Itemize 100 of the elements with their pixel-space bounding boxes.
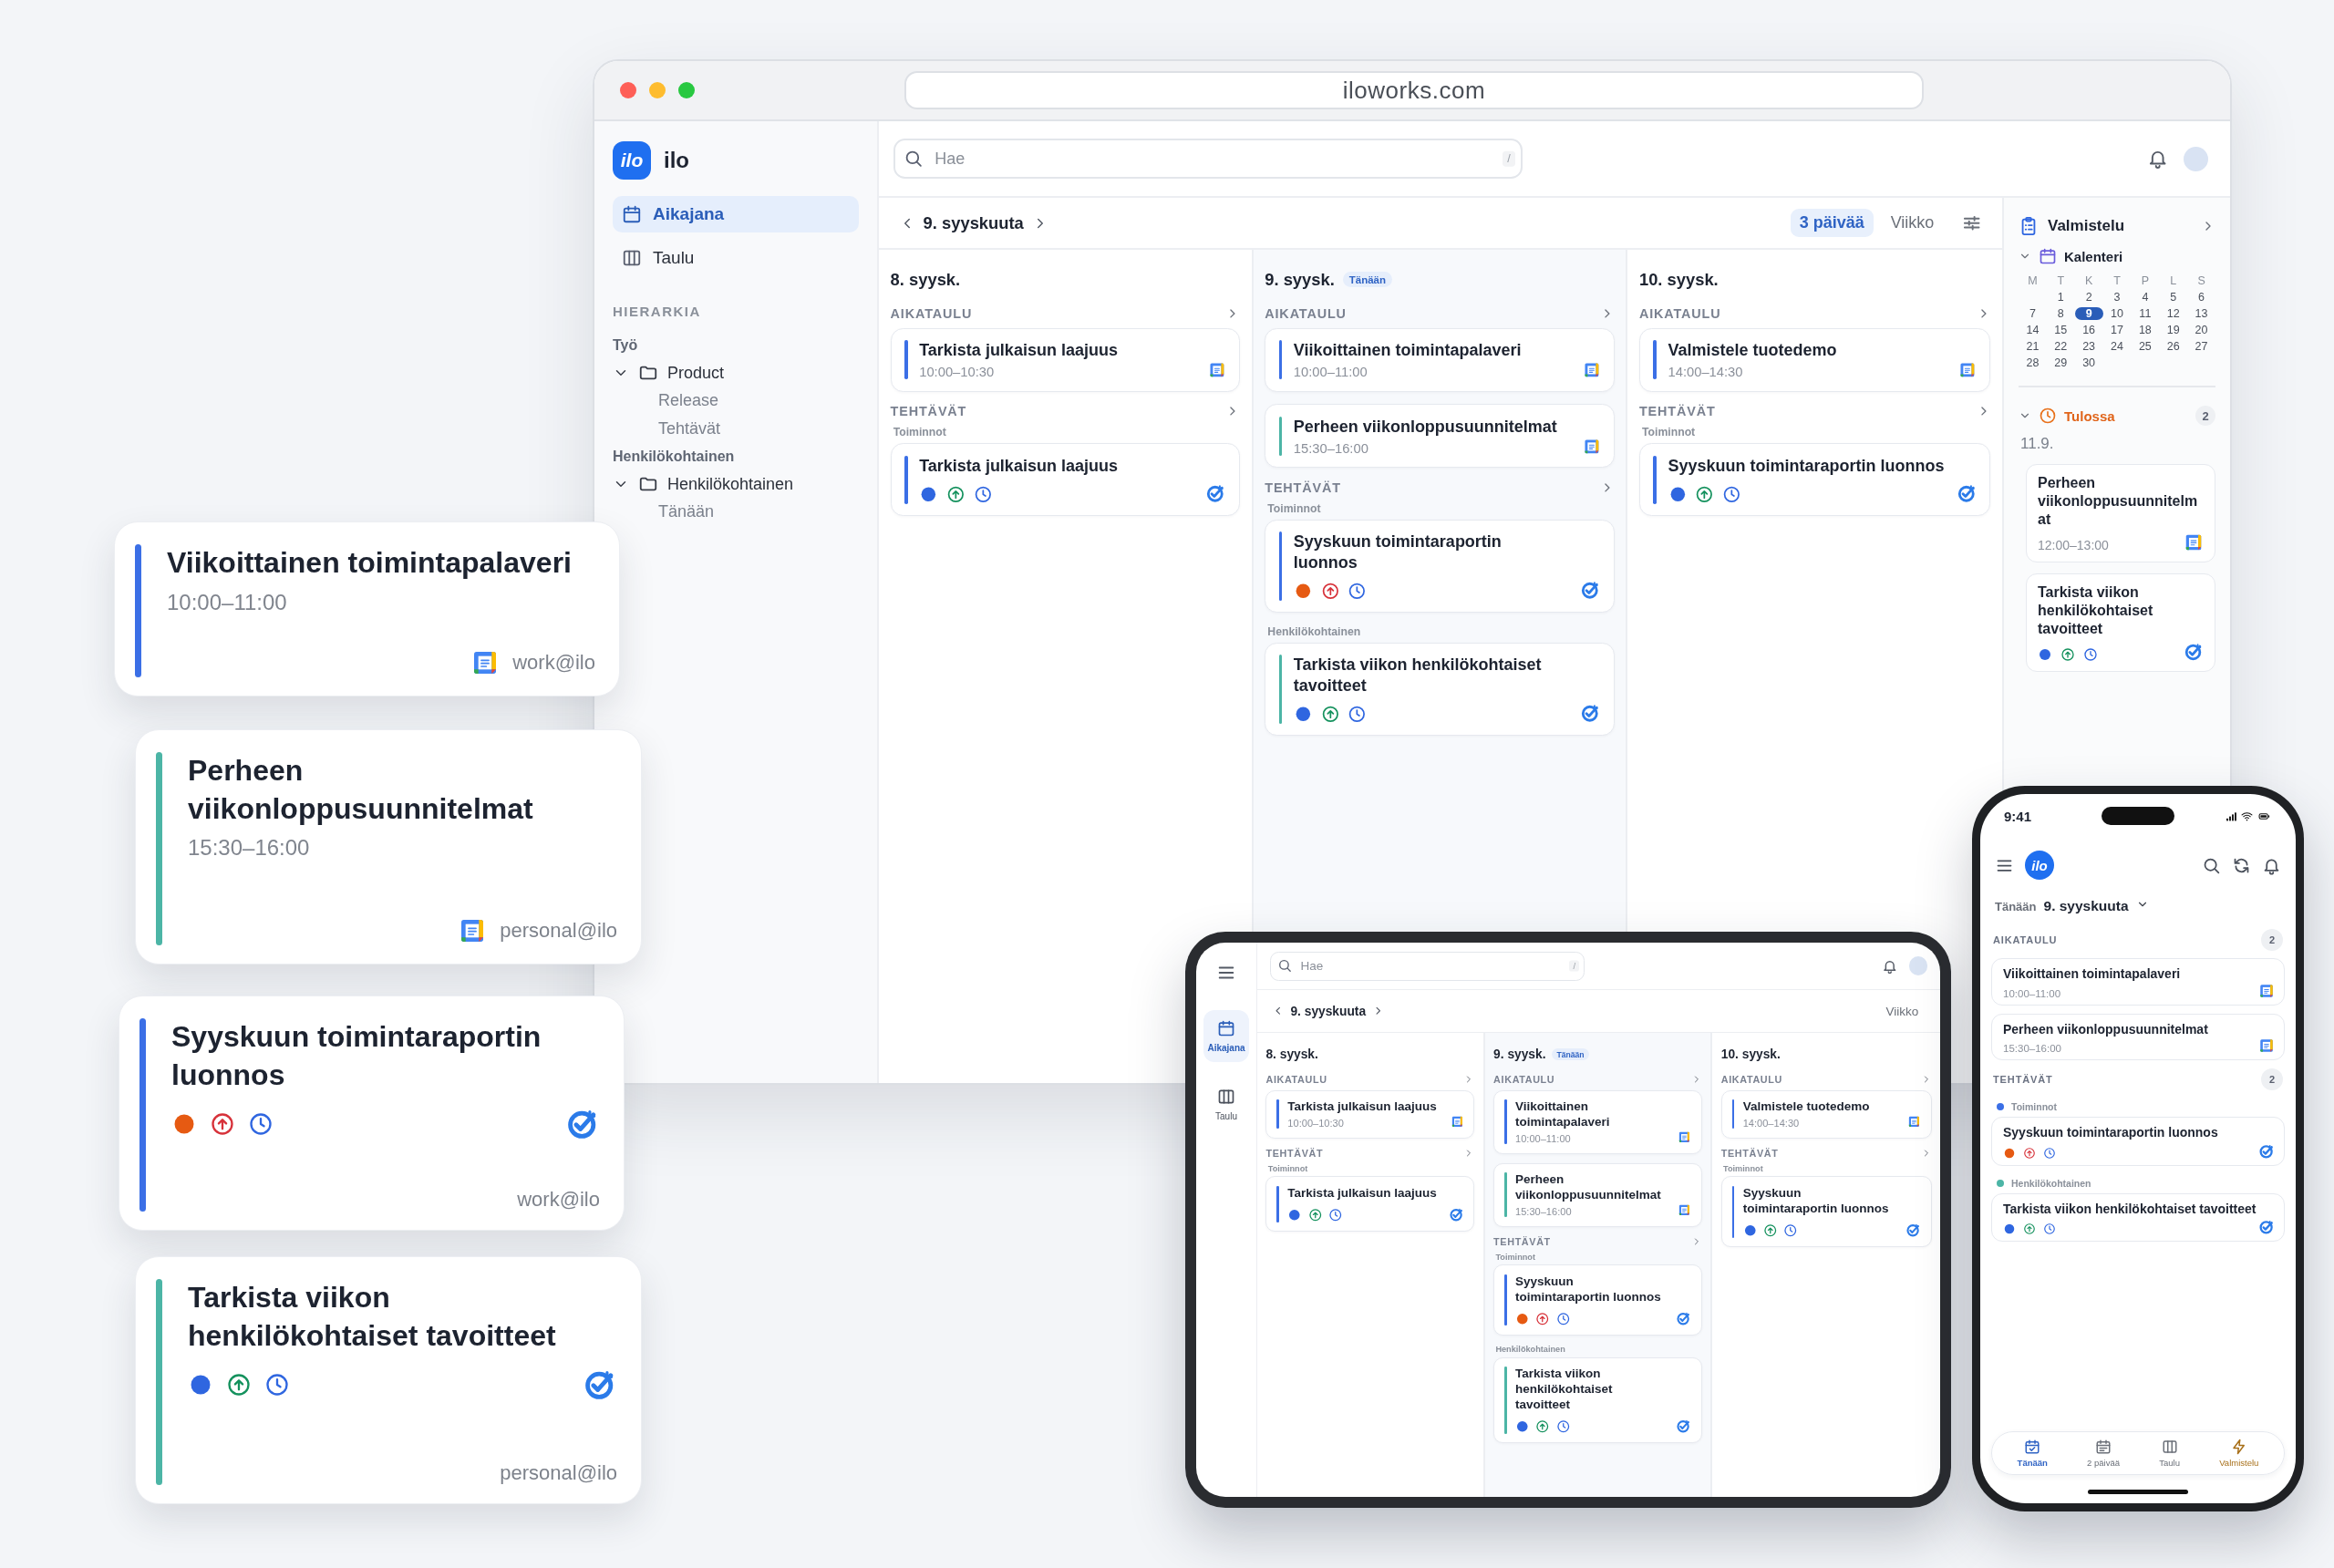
check-circle-icon[interactable] <box>1956 483 1977 504</box>
calendar-day[interactable]: 9 <box>2074 307 2103 320</box>
tree-item[interactable]: Tehtävät <box>613 415 721 443</box>
arrow-up-icon[interactable] <box>1762 1223 1778 1238</box>
task-card[interactable]: Tarkista julkaisun laajuus <box>890 442 1241 517</box>
arrow-up-icon[interactable] <box>945 484 966 504</box>
task-card[interactable]: Syyskuun toimintaraportin luonnos <box>1720 1176 1932 1247</box>
calendar-day[interactable]: 22 <box>2046 340 2075 353</box>
clock-icon[interactable] <box>1555 1311 1571 1326</box>
calendar-day[interactable]: 28 <box>2019 356 2047 369</box>
calendar-day[interactable]: 8 <box>2046 307 2075 320</box>
clock-icon[interactable] <box>1348 705 1367 724</box>
date-title[interactable]: 9. syyskuuta <box>2043 898 2129 914</box>
arrow-up-icon[interactable] <box>1307 1208 1323 1222</box>
calendar-day[interactable]: 24 <box>2102 340 2132 353</box>
calendar-day[interactable]: 13 <box>2187 307 2215 320</box>
calendar-day[interactable]: 20 <box>2187 324 2215 336</box>
check-circle-icon[interactable] <box>2258 1142 2275 1160</box>
event-card[interactable]: Perheen viikonloppusuunnitelmat 15:30–16:00 <box>1493 1162 1702 1227</box>
clock-icon[interactable] <box>973 484 993 504</box>
calendar-day[interactable]: 3 <box>2102 291 2132 304</box>
tree-item[interactable]: Product <box>613 359 725 387</box>
task-card[interactable]: Tarkista viikon henkilökohtaiset tavoitteet <box>1493 1357 1702 1444</box>
nav-item[interactable]: Taulu <box>613 240 859 276</box>
clock-icon[interactable] <box>1783 1223 1798 1238</box>
arrow-up-icon[interactable] <box>1320 705 1340 724</box>
clock-icon[interactable] <box>1721 484 1741 504</box>
tree-item[interactable]: Release <box>613 387 719 415</box>
event-card[interactable]: Perheen viikonloppusuunnitelmat 15:30–16:00 <box>1991 1013 2285 1060</box>
task-card[interactable]: Syyskuun toimintaraportin luonnos <box>1265 519 1615 614</box>
event-card[interactable]: Tarkista julkaisun laajuus 10:00–10:30 <box>1265 1089 1475 1139</box>
task-card[interactable]: Tarkista julkaisun laajuus <box>1265 1176 1475 1233</box>
calendar-day[interactable]: 1 <box>2046 291 2075 304</box>
clock-icon[interactable] <box>2083 647 2098 662</box>
event-card[interactable]: Perheen viikonloppusuunnitelmat 15:30–16:00 <box>1265 404 1615 469</box>
calendar-day[interactable]: 25 <box>2131 340 2160 353</box>
clock-icon[interactable] <box>1555 1419 1571 1434</box>
arrow-up-icon[interactable] <box>1535 1311 1550 1326</box>
check-circle-icon[interactable] <box>2184 642 2204 662</box>
arrow-up-icon[interactable] <box>2023 1146 2036 1160</box>
event-card[interactable]: Viikoittainen toimintapalaveri 10:00–11:00 <box>1265 327 1615 392</box>
task-card[interactable]: Tarkista viikon henkilökohtaiset tavoitteet <box>1265 642 1615 737</box>
task-card[interactable]: Syyskuun toimintaraportin luonnos <box>1493 1264 1702 1336</box>
clock-icon[interactable] <box>2043 1222 2056 1235</box>
tab[interactable]: Tänään <box>2013 1439 2051 1468</box>
calendar-day[interactable]: 16 <box>2074 324 2103 336</box>
tree-item[interactable]: Tänään <box>613 498 715 526</box>
calendar-day[interactable]: 4 <box>2131 291 2160 304</box>
calendar-day[interactable]: 2 <box>2074 291 2103 304</box>
view-tab[interactable]: Viikko <box>1881 208 1944 238</box>
calendar-day[interactable]: 5 <box>2159 291 2188 304</box>
calendar-day[interactable]: 12 <box>2159 307 2188 320</box>
clock-icon[interactable] <box>1327 1208 1343 1222</box>
calendar-day[interactable]: 7 <box>2019 307 2047 320</box>
arrow-up-icon[interactable] <box>1320 582 1340 601</box>
event-card[interactable]: Tarkista julkaisun laajuus 10:00–10:30 <box>890 327 1241 392</box>
calendar-day[interactable]: 14 <box>2019 324 2047 336</box>
task-card[interactable]: Syyskuun toimintaraportin luonnos <box>1991 1117 2285 1166</box>
calendar-day[interactable]: 30 <box>2074 356 2103 369</box>
calendar-day[interactable]: 27 <box>2187 340 2215 353</box>
calendar-day[interactable]: 6 <box>2187 291 2215 304</box>
check-circle-icon[interactable] <box>1579 580 1601 601</box>
view-tab[interactable]: Viikko <box>1879 1000 1926 1022</box>
calendar-day[interactable]: 18 <box>2131 324 2160 336</box>
event-card[interactable]: Valmistele tuotedemo 14:00–14:30 <box>1638 327 1991 392</box>
clock-icon[interactable] <box>2043 1146 2056 1160</box>
address-bar[interactable]: iloworks.com <box>904 71 1924 109</box>
tab[interactable]: Valmistelu <box>2215 1439 2263 1468</box>
check-circle-icon[interactable] <box>1205 483 1226 504</box>
calendar-day[interactable]: 23 <box>2074 340 2103 353</box>
calendar-day[interactable]: 17 <box>2102 324 2132 336</box>
arrow-up-icon[interactable] <box>1695 484 1714 504</box>
nav-item[interactable]: Aikajana <box>613 196 859 232</box>
task-card[interactable]: Tarkista viikon henkilökohtaiset tavoitteet <box>1991 1192 2285 1242</box>
event-card[interactable]: Viikoittainen toimintapalaveri 10:00–11:00 <box>1493 1089 1702 1154</box>
arrow-up-icon[interactable] <box>1535 1419 1550 1434</box>
calendar-day[interactable]: 19 <box>2159 324 2188 336</box>
check-circle-icon[interactable] <box>1579 703 1601 724</box>
calendar-day[interactable]: 10 <box>2102 307 2132 320</box>
calendar-day[interactable]: 11 <box>2131 307 2160 320</box>
check-circle-icon[interactable] <box>1676 1310 1692 1326</box>
check-circle-icon[interactable] <box>1676 1418 1692 1434</box>
tab[interactable]: 2 päivää <box>2083 1439 2124 1468</box>
nav-item[interactable]: Aikajana <box>1203 1010 1249 1062</box>
calendar-day[interactable]: 21 <box>2019 340 2047 353</box>
arrow-up-icon[interactable] <box>2060 647 2075 662</box>
check-circle-icon[interactable] <box>1905 1222 1921 1238</box>
arrow-up-icon[interactable] <box>2023 1222 2036 1235</box>
check-circle-icon[interactable] <box>1448 1206 1464 1222</box>
close-button[interactable] <box>620 82 636 98</box>
event-card[interactable]: Viikoittainen toimintapalaveri 10:00–11:00 <box>1991 958 2285 1006</box>
event-card[interactable]: Perheen viikonloppusuunnitelmat 12:00–13:00 <box>2026 464 2215 562</box>
task-card[interactable]: Tarkista viikon henkilökohtaiset tavoitteet <box>2026 573 2215 672</box>
clock-icon[interactable] <box>1348 582 1367 601</box>
calendar-day[interactable]: 15 <box>2046 324 2075 336</box>
calendar-day[interactable]: 29 <box>2046 356 2075 369</box>
view-tab[interactable]: 3 päivää <box>1790 208 1874 238</box>
tree-item[interactable]: Henkilökohtainen <box>613 470 794 498</box>
nav-item[interactable]: Taulu <box>1203 1078 1249 1130</box>
tab[interactable]: Taulu <box>2155 1439 2184 1468</box>
